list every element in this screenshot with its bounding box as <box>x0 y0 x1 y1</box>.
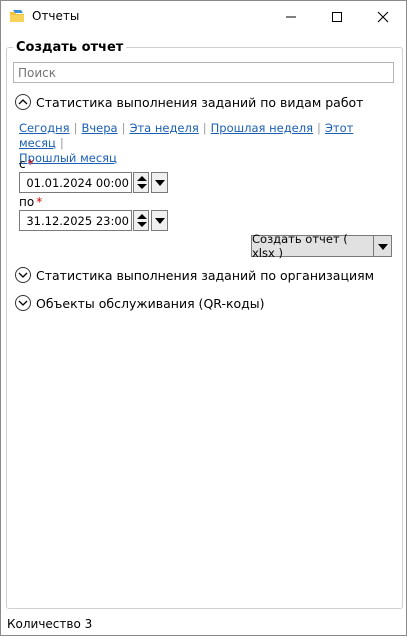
date-to-field[interactable]: 31.12.2025 23:00 <box>19 210 132 231</box>
link-separator: | <box>59 136 64 150</box>
link-separator: | <box>73 121 78 135</box>
report-format-dropdown[interactable] <box>374 235 392 257</box>
link-last-week[interactable]: Прошлая неделя <box>211 121 313 135</box>
required-mark: * <box>36 195 43 209</box>
date-to-dropdown[interactable] <box>151 210 168 231</box>
expand-chevron-icon[interactable] <box>15 295 31 311</box>
link-this-week[interactable]: Эта неделя <box>129 121 198 135</box>
maximize-button[interactable] <box>314 1 360 32</box>
status-count: Количество 3 <box>7 617 93 631</box>
date-from-spinner[interactable] <box>133 172 149 193</box>
link-separator: | <box>121 121 126 135</box>
chevron-down-icon <box>378 244 388 250</box>
link-yesterday[interactable]: Вчера <box>81 121 117 135</box>
window-title: Отчеты <box>32 9 80 23</box>
quick-period-links: Сегодня | Вчера | Эта неделя | Прошлая неделя |… <box>19 121 379 166</box>
search-input[interactable] <box>13 62 394 83</box>
date-from-dropdown[interactable] <box>151 172 168 193</box>
required-mark: * <box>27 157 34 171</box>
close-icon <box>377 11 389 23</box>
section-title: Объекты обслуживания (QR-коды) <box>36 295 265 311</box>
link-separator: | <box>317 121 321 135</box>
expand-chevron-icon[interactable] <box>15 267 31 283</box>
app-folder-icon <box>10 10 24 22</box>
close-button[interactable] <box>360 1 406 32</box>
group-title: Создать отчет <box>13 40 127 55</box>
spin-down-icon[interactable] <box>137 222 147 227</box>
chevron-down-icon <box>155 218 165 224</box>
section-header-qr-objects[interactable]: Объекты обслуживания (QR-коды) <box>15 293 265 313</box>
maximize-icon <box>332 12 342 22</box>
title-bar[interactable]: Отчеты <box>1 1 406 32</box>
minimize-button[interactable] <box>268 1 314 32</box>
section-title: Статистика выполнения заданий по видам р… <box>36 94 364 110</box>
create-report-button[interactable]: Создать отчет ( xlsx ) <box>251 232 374 260</box>
reports-window: Отчеты Создать отчет Статистика выполнен… <box>0 0 407 636</box>
date-from-field[interactable]: 01.01.2024 00:00 <box>19 172 132 193</box>
spin-up-icon[interactable] <box>137 214 147 219</box>
section-title: Статистика выполнения заданий по организ… <box>36 267 375 283</box>
link-separator: | <box>202 121 207 135</box>
section-header-organizations[interactable]: Статистика выполнения заданий по организ… <box>15 265 374 285</box>
spin-down-icon[interactable] <box>137 184 147 189</box>
collapse-chevron-icon[interactable] <box>15 94 31 110</box>
minimize-icon <box>286 16 296 18</box>
link-last-month[interactable]: Прошлый месяц <box>19 151 117 165</box>
date-to-spinner[interactable] <box>133 210 149 231</box>
section-header-work-types[interactable]: Статистика выполнения заданий по видам р… <box>15 92 363 112</box>
date-from-label: с * <box>19 157 34 171</box>
link-today[interactable]: Сегодня <box>19 121 70 135</box>
chevron-down-icon <box>155 180 165 186</box>
spin-up-icon[interactable] <box>137 176 147 181</box>
date-to-label: по * <box>19 195 43 209</box>
